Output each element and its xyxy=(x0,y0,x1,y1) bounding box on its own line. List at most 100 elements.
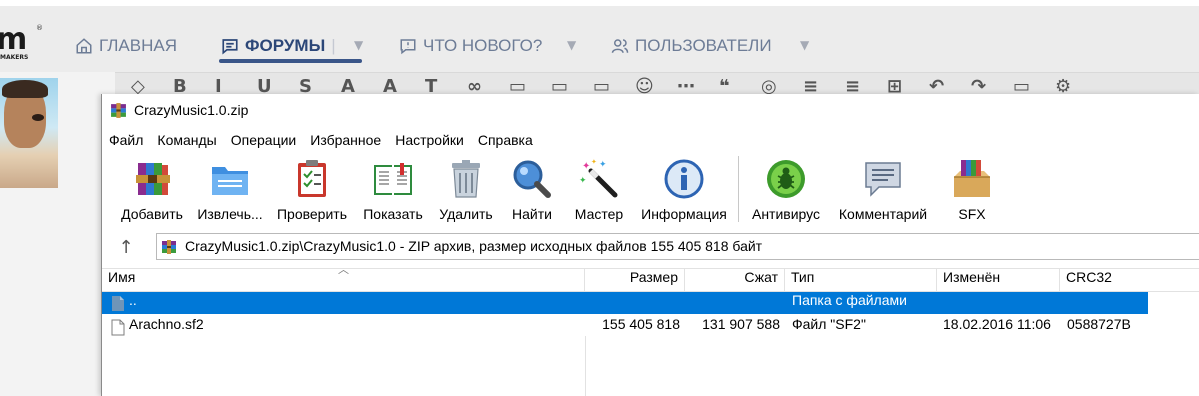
editor-list-icon[interactable]: ≡ xyxy=(803,78,829,95)
editor-underline-icon[interactable]: U xyxy=(257,78,283,95)
table-row[interactable]: .. Папка с файлами xyxy=(102,292,1148,314)
editor-italic-icon[interactable]: I xyxy=(215,78,241,95)
view-button[interactable]: Показать xyxy=(358,156,428,224)
sfx-box-icon xyxy=(954,160,990,197)
antivirus-button[interactable]: Антивирус xyxy=(747,156,825,224)
wizard-button-label: Мастер xyxy=(574,206,624,222)
column-size[interactable]: Размер xyxy=(585,269,685,291)
editor-toolbar: ◇ B I U S A A T ∞ ▭ ▭ ▭ ☺ ⋯ ❝ ◎ ≡ ≡ ⊞ ↶ ↷ ▭ ⚙ xyxy=(115,72,1199,94)
antivirus-button-label: Антивирус xyxy=(751,206,821,222)
editor-table-icon[interactable]: ⊞ xyxy=(887,78,913,95)
path-text: CrazyMusic1.0.zip\CrazyMusic1.0 - ZIP ар… xyxy=(185,238,763,254)
winrar-app-icon xyxy=(111,103,126,118)
editor-redo-icon[interactable]: ↷ xyxy=(971,78,997,95)
column-packed[interactable]: Сжат xyxy=(685,269,785,291)
menu-help[interactable]: Справка xyxy=(471,130,540,150)
svg-text:✦: ✦ xyxy=(591,158,597,166)
test-button-label: Проверить xyxy=(276,206,347,222)
extract-folder-icon xyxy=(212,167,248,195)
editor-font-icon[interactable]: A xyxy=(383,78,409,95)
menu-operations[interactable]: Операции xyxy=(224,130,304,150)
chevron-down-icon[interactable]: ▼ xyxy=(567,38,576,52)
nav-forums[interactable]: ФОРУМЫ | xyxy=(221,36,336,56)
editor-image-icon[interactable]: ▭ xyxy=(509,78,535,95)
window-title: CrazyMusic1.0.zip xyxy=(134,102,249,118)
file-size: 155 405 818 xyxy=(602,316,680,332)
find-button-label: Найти xyxy=(512,206,552,222)
editor-tool-icon[interactable]: ◇ xyxy=(131,78,157,95)
editor-bold-icon[interactable]: B xyxy=(173,78,199,95)
editor-undo-icon[interactable]: ↶ xyxy=(929,78,955,95)
nav-users-label: ПОЛЬЗОВАТЕЛИ xyxy=(635,36,772,55)
info-icon xyxy=(664,159,704,199)
antivirus-bug-icon xyxy=(767,160,805,198)
winrar-window: CrazyMusic1.0.zip Файл Команды Операции … xyxy=(101,94,1199,396)
column-divider xyxy=(585,336,586,396)
column-name[interactable]: Имя xyxy=(102,269,585,291)
up-arrow-icon[interactable]: ↑ xyxy=(112,236,140,258)
editor-preview-icon[interactable]: ▭ xyxy=(1013,78,1039,95)
nav-forums-label: ФОРУМЫ xyxy=(245,36,326,55)
table-row[interactable]: Arachno.sf2 155 405 818 131 907 588 Файл… xyxy=(102,316,1148,338)
editor-hide-icon[interactable]: ◎ xyxy=(761,78,787,95)
editor-settings-icon[interactable]: ⚙ xyxy=(1055,78,1081,95)
wizard-button[interactable]: ✦ ✦ ✦ ✦ Мастер xyxy=(568,156,630,224)
editor-video-icon[interactable]: ▭ xyxy=(593,78,619,95)
chevron-down-icon[interactable]: ▼ xyxy=(800,38,809,52)
find-magnifier-icon xyxy=(513,160,551,198)
window-titlebar[interactable]: CrazyMusic1.0.zip xyxy=(102,94,1199,126)
info-button-label: Информация xyxy=(641,206,727,222)
whats-new-icon xyxy=(400,39,416,55)
forum-navigation-bar xyxy=(0,6,1199,72)
user-avatar[interactable] xyxy=(0,78,58,188)
active-nav-indicator xyxy=(219,59,362,63)
sfx-button-label: SFX xyxy=(958,206,986,222)
editor-size-icon[interactable]: T xyxy=(425,78,451,95)
editor-color-icon[interactable]: A xyxy=(341,78,367,95)
sfx-button[interactable]: SFX xyxy=(944,156,1000,224)
editor-more-icon[interactable]: ⋯ xyxy=(677,78,703,95)
menu-commands[interactable]: Команды xyxy=(150,130,223,150)
editor-smiley-icon[interactable]: ☺ xyxy=(635,78,661,95)
add-button[interactable]: Добавить xyxy=(116,156,188,224)
test-button[interactable]: Проверить xyxy=(273,156,351,224)
path-field[interactable]: CrazyMusic1.0.zip\CrazyMusic1.0 - ZIP ар… xyxy=(156,233,1199,260)
svg-text:✦: ✦ xyxy=(579,175,587,185)
editor-media-icon[interactable]: ▭ xyxy=(551,78,577,95)
extract-button[interactable]: Извлечь... xyxy=(194,156,266,224)
editor-strike-icon[interactable]: S xyxy=(299,78,325,95)
menu-options[interactable]: Настройки xyxy=(388,130,471,150)
nav-users[interactable]: ПОЛЬЗОВАТЕЛИ xyxy=(611,36,772,56)
view-book-icon xyxy=(374,163,412,195)
menu-file[interactable]: Файл xyxy=(102,130,150,150)
comment-icon xyxy=(865,162,901,197)
nav-whats-new[interactable]: ЧТО НОВОГО? xyxy=(399,36,542,56)
file-type: Файл "SF2" xyxy=(792,316,866,332)
site-logo[interactable]: m ® MAKERS xyxy=(0,22,43,66)
editor-align-icon[interactable]: ≡ xyxy=(845,78,871,95)
info-button[interactable]: Информация xyxy=(636,156,732,224)
view-button-label: Показать xyxy=(363,206,423,222)
forum-icon xyxy=(222,39,238,55)
comment-button[interactable]: Комментарий xyxy=(832,156,934,224)
delete-trash-icon xyxy=(452,160,480,198)
chevron-down-icon[interactable]: ▼ xyxy=(354,38,363,52)
extract-button-label: Извлечь... xyxy=(197,206,263,222)
toolbar-separator xyxy=(738,156,739,222)
column-type[interactable]: Тип xyxy=(785,269,937,291)
editor-quote-icon[interactable]: ❝ xyxy=(719,78,745,95)
find-button[interactable]: Найти xyxy=(503,156,561,224)
file-type: Папка с файлами xyxy=(792,292,907,308)
add-button-label: Добавить xyxy=(121,206,183,222)
wizard-wand-icon: ✦ ✦✦✦ xyxy=(579,158,618,198)
comment-button-label: Комментарий xyxy=(838,206,928,222)
nav-home[interactable]: ГЛАВНАЯ xyxy=(75,36,177,56)
menu-favorites[interactable]: Избранное xyxy=(303,130,388,150)
editor-link-icon[interactable]: ∞ xyxy=(467,78,493,95)
column-modified[interactable]: Изменён xyxy=(937,269,1060,291)
delete-button[interactable]: Удалить xyxy=(432,156,500,224)
archive-icon xyxy=(162,240,176,254)
file-icon xyxy=(111,319,125,336)
column-crc32[interactable]: CRC32 xyxy=(1060,269,1199,291)
address-bar: ↑ CrazyMusic1.0.zip\CrazyMusic1.0 - ZIP … xyxy=(102,230,1199,264)
